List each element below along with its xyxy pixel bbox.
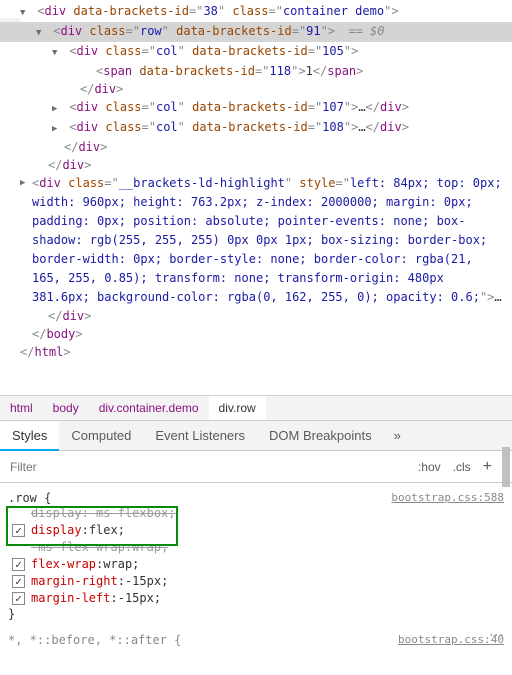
styles-panel: .row { bootstrap.css:588 display: -ms-fl… bbox=[0, 483, 512, 673]
css-property[interactable]: ✓ margin-right: -15px; bbox=[12, 573, 504, 590]
property-checkbox[interactable]: ✓ bbox=[12, 524, 25, 537]
cls-toggle[interactable]: .cls bbox=[447, 460, 477, 474]
more-menu-icon[interactable]: ⋮ bbox=[488, 628, 504, 643]
expand-arrow-icon[interactable]: ▶ bbox=[52, 120, 62, 138]
css-property[interactable]: -ms-flex-wrap: wrap; bbox=[12, 539, 504, 556]
css-property[interactable]: ✓ flex-wrap: wrap; bbox=[12, 556, 504, 573]
rule-selector[interactable]: .row { bbox=[8, 491, 51, 505]
tab-event-listeners[interactable]: Event Listeners bbox=[143, 421, 257, 450]
elements-tree[interactable]: ··· ▼ <div data-brackets-id="38" class="… bbox=[0, 0, 512, 395]
property-checkbox[interactable]: ✓ bbox=[12, 575, 25, 588]
tree-node[interactable]: ▶ <div class="col" data-brackets-id="107… bbox=[0, 98, 512, 118]
scrollbar-icon[interactable] bbox=[502, 447, 510, 487]
expand-arrow-icon[interactable]: ▼ bbox=[52, 44, 62, 62]
tab-dom-breakpoints[interactable]: DOM Breakpoints bbox=[257, 421, 384, 450]
add-rule-button[interactable]: + bbox=[477, 458, 498, 476]
expand-arrow-icon[interactable]: ▶ bbox=[52, 100, 62, 118]
sidebar-tabs: Styles Computed Event Listeners DOM Brea… bbox=[0, 421, 512, 451]
tree-node[interactable]: ▶ <div class="__brackets-ld-highlight" s… bbox=[0, 174, 512, 307]
crumb-row[interactable]: div.row bbox=[209, 396, 266, 420]
tree-node-close[interactable]: </html> bbox=[0, 343, 512, 361]
hov-toggle[interactable]: :hov bbox=[412, 460, 447, 474]
css-property[interactable]: ✓ margin-left: -15px; bbox=[12, 590, 504, 607]
tree-node-close[interactable]: </div> bbox=[0, 138, 512, 156]
tree-node-close[interactable]: </div> bbox=[0, 307, 512, 325]
rule-header: *, *::before, *::after { bootstrap.css:4… bbox=[8, 631, 504, 647]
expand-arrow-icon[interactable]: ▼ bbox=[20, 4, 30, 22]
styles-filter-row: :hov .cls + bbox=[0, 451, 512, 483]
rule-header: .row { bootstrap.css:588 bbox=[8, 491, 504, 505]
tabs-overflow-icon[interactable]: » bbox=[384, 428, 411, 443]
css-property[interactable]: ✓ display: flex; bbox=[12, 522, 504, 539]
breadcrumb: html body div.container.demo div.row bbox=[0, 395, 512, 421]
expand-arrow-icon[interactable]: ▶ bbox=[20, 174, 30, 192]
styles-filter-input[interactable] bbox=[0, 451, 412, 482]
tree-node[interactable]: ▼ <div data-brackets-id="38" class="cont… bbox=[0, 2, 512, 22]
crumb-body[interactable]: body bbox=[43, 396, 89, 420]
expand-arrow-icon[interactable]: ▼ bbox=[36, 24, 46, 42]
selected-node-marker: == $0 bbox=[348, 24, 384, 38]
property-checkbox[interactable]: ✓ bbox=[12, 592, 25, 605]
tab-computed[interactable]: Computed bbox=[59, 421, 143, 450]
tree-node-close[interactable]: </div> bbox=[0, 156, 512, 174]
source-link[interactable]: bootstrap.css:588 bbox=[391, 491, 504, 505]
tree-node-close[interactable]: </div> bbox=[0, 80, 512, 98]
crumb-html[interactable]: html bbox=[0, 396, 43, 420]
css-property[interactable]: display: -ms-flexbox; bbox=[12, 505, 504, 522]
crumb-container[interactable]: div.container.demo bbox=[89, 396, 209, 420]
tree-node[interactable]: ▼ <div class="col" data-brackets-id="105… bbox=[0, 42, 512, 62]
tree-node[interactable]: ▶ <div class="col" data-brackets-id="108… bbox=[0, 118, 512, 138]
rule-selector[interactable]: *, *::before, *::after { bbox=[8, 633, 181, 647]
rule-close: } bbox=[8, 607, 504, 621]
property-checkbox[interactable]: ✓ bbox=[12, 558, 25, 571]
tree-node-selected[interactable]: ▼ <div class="row" data-brackets-id="91"… bbox=[0, 22, 512, 42]
tab-styles[interactable]: Styles bbox=[0, 422, 59, 451]
tree-node[interactable]: <span data-brackets-id="118">1</span> bbox=[0, 62, 512, 80]
tree-node-close[interactable]: </body> bbox=[0, 325, 512, 343]
